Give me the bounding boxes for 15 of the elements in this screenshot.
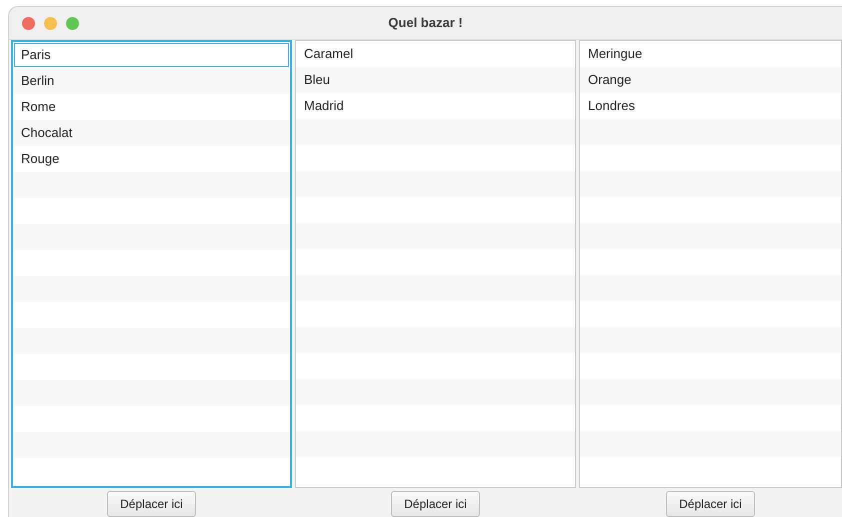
list-item[interactable]: Paris: [13, 42, 290, 68]
move-here-button[interactable]: Déplacer ici: [666, 491, 755, 517]
move-here-button[interactable]: Déplacer ici: [107, 491, 196, 517]
minimize-button[interactable]: [44, 17, 57, 30]
list-item[interactable]: Bleu: [296, 67, 575, 93]
list-box[interactable]: Caramel Bleu Madrid: [295, 40, 576, 488]
close-button[interactable]: [22, 17, 35, 30]
list-item[interactable]: Orange: [580, 67, 841, 93]
list-box[interactable]: Paris Berlin Rome Chocalat Rouge: [11, 40, 292, 488]
window-title: Quel bazar !: [388, 14, 463, 32]
move-here-button[interactable]: Déplacer ici: [391, 491, 480, 517]
list-box[interactable]: Meringue Orange Londres: [579, 40, 842, 488]
list-item[interactable]: Chocalat: [13, 120, 290, 146]
zoom-button[interactable]: [66, 17, 79, 30]
list-item[interactable]: Berlin: [13, 68, 290, 94]
